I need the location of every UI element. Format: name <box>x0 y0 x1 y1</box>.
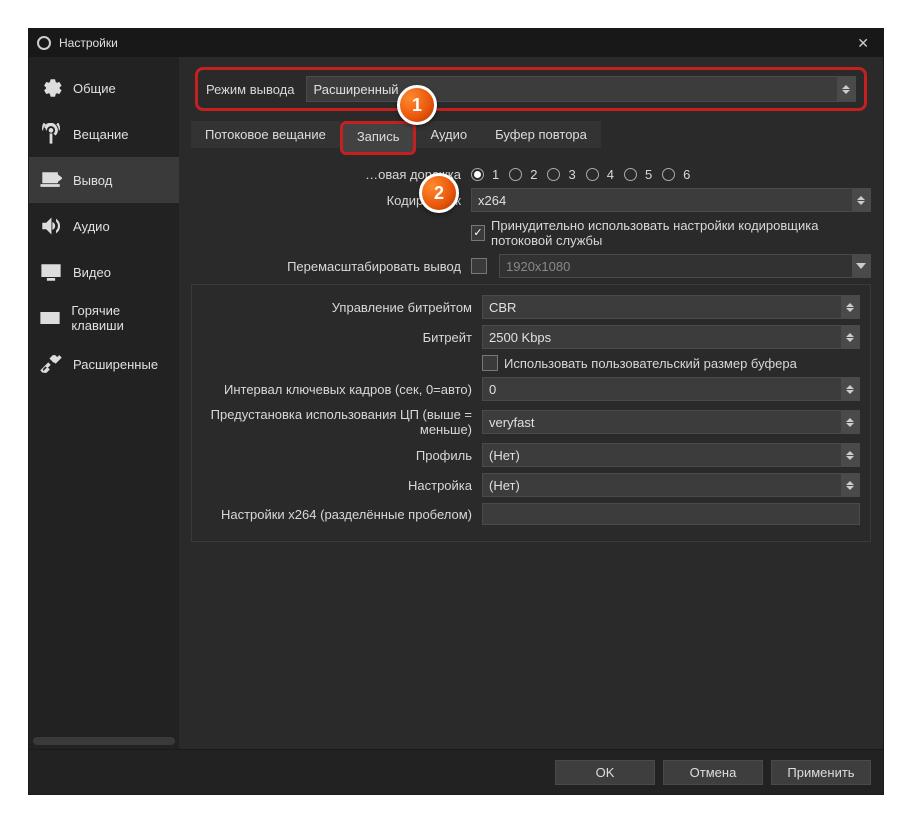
output-mode-highlight: Режим вывода Расширенный <box>195 67 867 111</box>
rate-control-value: CBR <box>489 300 516 315</box>
bitrate-label: Битрейт <box>202 330 482 345</box>
window-title: Настройки <box>59 36 118 50</box>
updown-icon <box>841 411 859 433</box>
tab-streaming[interactable]: Потоковое вещание <box>191 121 340 148</box>
audio-track-5-radio[interactable] <box>624 168 637 181</box>
audio-track-6-radio[interactable] <box>662 168 675 181</box>
updown-icon <box>841 296 859 318</box>
tab-replay-buffer[interactable]: Буфер повтора <box>481 121 601 148</box>
keyframe-value: 0 <box>489 382 496 397</box>
audio-track-3-radio[interactable] <box>547 168 560 181</box>
audio-track-4-radio[interactable] <box>586 168 599 181</box>
output-mode-select[interactable]: Расширенный <box>306 76 856 102</box>
sidebar-item-label: Вещание <box>73 127 129 142</box>
speaker-icon <box>39 214 63 238</box>
profile-value: (Нет) <box>489 448 520 463</box>
keyboard-icon <box>39 306 61 330</box>
keyframe-label: Интервал ключевых кадров (сек, 0=авто) <box>202 382 482 397</box>
sidebar-item-advanced[interactable]: Расширенные <box>29 341 179 387</box>
output-icon <box>39 168 63 192</box>
settings-window: Настройки ✕ Общие Вещание <box>28 28 884 795</box>
updown-icon <box>841 326 859 348</box>
monitor-icon <box>39 260 63 284</box>
chevron-down-icon <box>852 255 870 277</box>
antenna-icon <box>39 122 63 146</box>
encoder-select[interactable]: x264 <box>471 188 871 212</box>
cpu-preset-value: veryfast <box>489 415 535 430</box>
sidebar-item-label: Видео <box>73 265 111 280</box>
tools-icon <box>39 352 63 376</box>
cpu-preset-label: Предустановка использования ЦП (выше = м… <box>202 407 482 437</box>
rescale-label: Перемасштабировать вывод <box>191 259 471 274</box>
updown-icon <box>841 378 859 400</box>
cpu-preset-select[interactable]: veryfast <box>482 410 860 434</box>
audio-track-radios: 1 2 3 4 5 6 <box>471 167 871 182</box>
rate-control-select[interactable]: CBR <box>482 295 860 319</box>
sidebar-item-stream[interactable]: Вещание <box>29 111 179 157</box>
profile-label: Профиль <box>202 448 482 463</box>
updown-icon <box>837 77 855 101</box>
tune-select[interactable]: (Нет) <box>482 473 860 497</box>
x264-opts-input[interactable] <box>482 503 860 525</box>
annotation-marker-1: 1 <box>397 85 437 125</box>
custom-buffer-checkbox[interactable] <box>482 355 498 371</box>
sidebar-item-general[interactable]: Общие <box>29 65 179 111</box>
sidebar-item-hotkeys[interactable]: Горячие клавиши <box>29 295 179 341</box>
encoder-settings-group: Управление битрейтом CBR Битрейт 2500 Kb… <box>191 284 871 542</box>
output-mode-label: Режим вывода <box>206 82 306 97</box>
output-mode-value: Расширенный <box>313 82 398 97</box>
app-icon <box>37 36 51 50</box>
updown-icon <box>841 474 859 496</box>
audio-track-2-radio[interactable] <box>509 168 522 181</box>
ok-button[interactable]: OK <box>555 760 655 785</box>
enforce-encoder-checkbox[interactable] <box>471 225 485 241</box>
custom-buffer-label: Использовать пользовательский размер буф… <box>504 356 797 371</box>
output-tabs: Потоковое вещание Запись Аудио Буфер пов… <box>191 121 871 155</box>
rescale-checkbox[interactable] <box>471 258 487 274</box>
tune-value: (Нет) <box>489 478 520 493</box>
sidebar-item-audio[interactable]: Аудио <box>29 203 179 249</box>
rescale-value: 1920x1080 <box>506 259 570 274</box>
sidebar-item-label: Общие <box>73 81 116 96</box>
sidebar-item-label: Горячие клавиши <box>71 303 169 333</box>
close-icon[interactable]: ✕ <box>851 35 875 52</box>
titlebar: Настройки ✕ <box>29 29 883 57</box>
annotation-marker-2: 2 <box>419 173 459 213</box>
gear-icon <box>39 76 63 100</box>
cancel-button[interactable]: Отмена <box>663 760 763 785</box>
sidebar-item-label: Вывод <box>73 173 112 188</box>
bitrate-input[interactable]: 2500 Kbps <box>482 325 860 349</box>
updown-icon <box>841 444 859 466</box>
keyframe-input[interactable]: 0 <box>482 377 860 401</box>
encoder-value: x264 <box>478 193 506 208</box>
bitrate-value: 2500 Kbps <box>489 330 551 345</box>
sidebar-item-label: Аудио <box>73 219 110 234</box>
main-pane: 1 2 Режим вывода Расширенный Потоковое в… <box>179 57 883 749</box>
footer: OK Отмена Применить <box>29 749 883 794</box>
sidebar-scrollbar[interactable] <box>33 737 175 745</box>
updown-icon <box>852 189 870 211</box>
x264-opts-label: Настройки x264 (разделённые пробелом) <box>202 507 482 522</box>
rescale-select[interactable]: 1920x1080 <box>499 254 871 278</box>
apply-button[interactable]: Применить <box>771 760 871 785</box>
sidebar-item-output[interactable]: Вывод <box>29 157 179 203</box>
profile-select[interactable]: (Нет) <box>482 443 860 467</box>
enforce-encoder-label: Принудительно использовать настройки код… <box>491 218 871 248</box>
audio-track-1-radio[interactable] <box>471 168 484 181</box>
rate-control-label: Управление битрейтом <box>202 300 482 315</box>
tune-label: Настройка <box>202 478 482 493</box>
tab-audio[interactable]: Аудио <box>416 121 481 148</box>
sidebar-item-video[interactable]: Видео <box>29 249 179 295</box>
sidebar-item-label: Расширенные <box>73 357 158 372</box>
tab-recording[interactable]: Запись <box>340 121 417 155</box>
sidebar: Общие Вещание Вывод Аудио <box>29 57 179 749</box>
